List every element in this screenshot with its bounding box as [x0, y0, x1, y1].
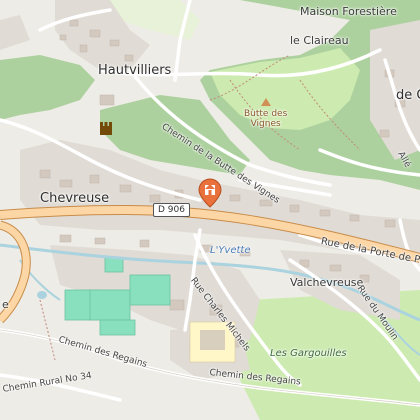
label-valchevreuse: Valchevreuse — [290, 276, 364, 289]
castle-icon — [100, 122, 112, 135]
map-view[interactable]: Maison Forestière le Claireau Hautvillie… — [0, 0, 420, 420]
label-hautvilliers: Hautvilliers — [98, 63, 172, 78]
label-butte-des-vignes: Butte des Vignes — [244, 109, 288, 129]
label-yvette: L'Yvette — [210, 245, 251, 256]
map-canvas — [0, 0, 420, 420]
label-le-claireau: le Claireau — [290, 34, 349, 47]
label-chevreuse: Chevreuse — [40, 191, 110, 206]
label-cut-right-top: de C — [396, 88, 420, 103]
label-gargouilles: Les Gargouilles — [270, 348, 347, 359]
road-shield-d906: D 906 — [153, 203, 190, 217]
label-maison-forestiere: Maison Forestière — [300, 5, 397, 18]
label-cut-left: e — [2, 298, 9, 311]
